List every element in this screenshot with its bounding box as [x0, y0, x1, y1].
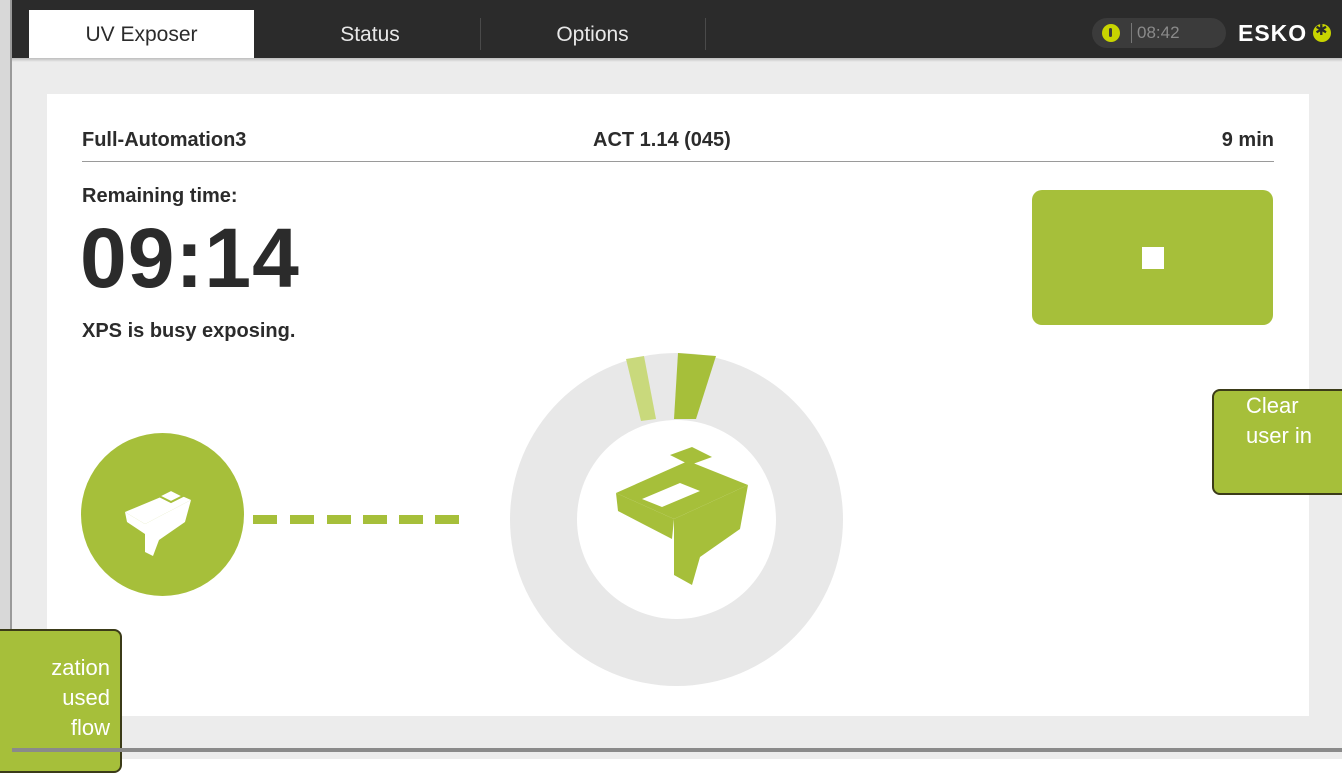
pill-divider: [1131, 23, 1132, 43]
esko-logo-icon: [1313, 21, 1331, 42]
remaining-time: 09:14: [80, 211, 300, 305]
exposer-device-icon: [616, 447, 748, 585]
esko-logo: ESKO: [1238, 20, 1308, 46]
clock: 08:42: [1137, 23, 1180, 42]
tab-uv-exposer[interactable]: UV Exposer: [29, 10, 254, 58]
connector-dash: [435, 515, 459, 524]
remaining-time-label: Remaining time:: [82, 185, 238, 207]
callout-text: zation: [51, 655, 110, 680]
callout-text: Clear: [1246, 393, 1299, 418]
callout-text: used: [62, 685, 110, 710]
annotation-callout: Clear user in: [1212, 389, 1342, 495]
callout-text: user in: [1246, 423, 1313, 448]
connector-dash: [253, 515, 277, 524]
tab-status[interactable]: Status: [265, 10, 475, 58]
top-bar-shadow: [12, 58, 1342, 62]
callout-text: flow: [70, 715, 110, 740]
connector-dash: [399, 515, 423, 524]
job-name: Full-Automation3: [82, 129, 247, 151]
plate-device-icon: [125, 488, 191, 556]
stop-button[interactable]: [1032, 190, 1273, 325]
tab-divider: [705, 18, 706, 50]
thermometer-icon: [1102, 24, 1120, 42]
connector-dash: [363, 515, 387, 524]
stop-icon: [1142, 247, 1164, 269]
divider: [82, 161, 1274, 162]
tab-divider: [480, 18, 481, 50]
tab-options[interactable]: Options: [485, 10, 700, 58]
connector-dash: [327, 515, 351, 524]
job-act: ACT 1.14 (045): [593, 129, 731, 151]
connector-dash: [290, 515, 314, 524]
bottom-edge: [12, 748, 1342, 752]
job-duration: 9 min: [1221, 129, 1274, 151]
status-message: XPS is busy exposing.: [82, 320, 296, 342]
